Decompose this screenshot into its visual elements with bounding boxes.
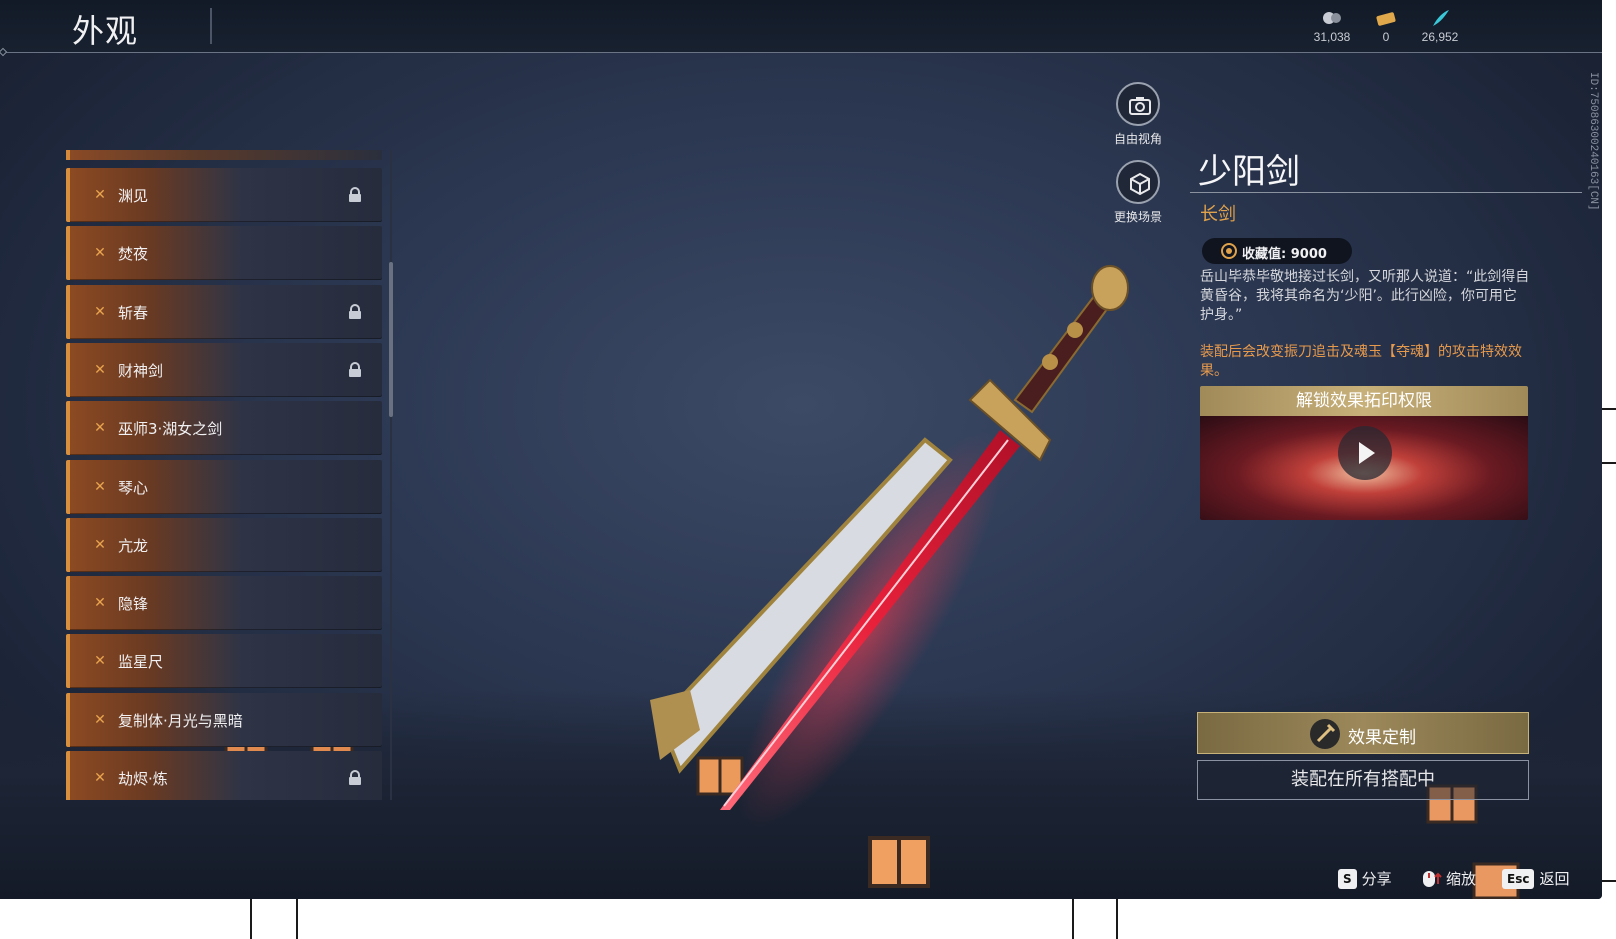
list-item[interactable]: ✕ 监星尺 [66, 634, 382, 689]
list-item[interactable]: ✕ 复制体·月光与黑暗 [66, 692, 382, 747]
currency-value: 0 [1382, 30, 1390, 44]
item-description: 岳山毕恭毕敬地接过长剑，又听那人说道：“此剑得自黄昏谷，我将其命名为‘少阳’。此… [1200, 269, 1530, 323]
item-name-rule [1190, 192, 1582, 193]
list-item[interactable]: ✕ 琴心 [66, 459, 382, 514]
crossed-swords-icon: ✕ [94, 361, 106, 378]
list-item-label: 亢龙 [118, 536, 149, 555]
effect-preview-video[interactable] [1200, 416, 1528, 520]
zoom-label: 缩放 [1446, 870, 1477, 888]
share-hint[interactable]: S 分享 [1338, 868, 1392, 890]
free-view-label: 自由视角 [1113, 132, 1162, 146]
jade-feather-icon [1433, 10, 1449, 26]
back-label: 返回 [1539, 870, 1570, 888]
crossed-swords-icon: ✕ [94, 420, 106, 437]
game-scene: 外观 31,038 0 26,952 ✕ 渊见 ✕ 焚夜 ✕ 斩春 ✕ 财神剑 ✕ 巫师3·湖女之… [0, 0, 1602, 899]
change-scene-button[interactable]: 更换场景 [1098, 160, 1178, 225]
crossed-swords-icon: ✕ [94, 245, 106, 262]
lock-icon [349, 770, 361, 785]
list-item[interactable]: ✕ 劫烬·炼 [66, 751, 382, 800]
back-hint[interactable]: Esc 返回 [1502, 868, 1569, 890]
lock-icon [349, 361, 361, 377]
crossed-swords-icon: ✕ [94, 187, 106, 203]
gold-ticket-icon [1376, 12, 1396, 26]
top-bar-divider [0, 52, 1602, 53]
list-item-label: 渊见 [118, 187, 149, 205]
item-name: 少阳剑 [1198, 152, 1300, 192]
crossed-swords-icon: ✕ [94, 653, 106, 670]
lock-icon [349, 303, 361, 319]
list-item[interactable]: ✕ 渊见 [66, 168, 382, 222]
camera-icon [1129, 97, 1151, 115]
skin-list[interactable]: ✕ 渊见 ✕ 焚夜 ✕ 斩春 ✕ 财神剑 ✕ 巫师3·湖女之剑 ✕ 琴心 ✕ 亢龙 ✕ 隐锋 ✕ 监星尺 ✕ 复制体·… [66, 150, 396, 800]
player-id: ID:7508630024016​3[CN] [1587, 72, 1599, 211]
unlock-effect-title: 解锁效果拓印权限 [1200, 386, 1528, 416]
play-icon[interactable] [1338, 426, 1392, 480]
scene-icon-circle [1116, 160, 1160, 204]
page-title: 外观 [72, 12, 139, 50]
cube-icon [1130, 172, 1150, 196]
list-item[interactable]: ✕ 斩春 [66, 284, 382, 339]
crossed-swords-icon: ✕ [94, 711, 106, 728]
list-item-label: 焚夜 [118, 245, 149, 264]
list-item-label: 复制体·月光与黑暗 [118, 711, 243, 730]
list-item-label: 琴心 [118, 478, 149, 497]
effect-custom-button[interactable]: 效果定制 [1197, 712, 1529, 754]
sword-model[interactable] [620, 250, 1180, 850]
currency-value: 31,038 [1313, 30, 1351, 44]
item-type: 长剑 [1200, 204, 1236, 225]
list-scrollbar-thumb[interactable] [389, 262, 393, 417]
crossed-swords-icon: ✕ [94, 595, 106, 612]
list-item-label: 隐锋 [118, 595, 149, 614]
crossed-swords-icon: ✕ [94, 536, 106, 553]
hammer-icon [1310, 719, 1340, 749]
spirit-orb-icon [1323, 12, 1341, 24]
free-view-button[interactable]: 自由视角 [1098, 82, 1178, 147]
item-effect: 装配后会改变振刀追击及魂玉【夺魂】的攻击特效效果。 [1200, 344, 1522, 379]
currency-spirit-orb: 31,038 [1302, 8, 1362, 44]
collect-value-badge: 收藏值: 9000 [1202, 238, 1352, 264]
list-item[interactable]: ✕ 财神剑 [66, 342, 382, 397]
crossed-swords-icon: ✕ [94, 478, 106, 495]
zoom-hint[interactable]: 缩放 [1420, 868, 1476, 890]
unlock-effect-card[interactable]: 解锁效果拓印权限 [1200, 386, 1528, 520]
mouse-icon [1423, 870, 1442, 887]
currency-gold-ticket: 0 [1356, 8, 1416, 44]
crossed-swords-icon: ✕ [94, 770, 106, 786]
change-scene-label: 更换场景 [1113, 210, 1162, 224]
collect-coin-icon [1221, 243, 1237, 259]
collect-value-text: 收藏值: 9000 [1242, 247, 1327, 262]
list-item-label: 劫烬·炼 [118, 770, 168, 788]
camera-icon-circle [1116, 82, 1160, 126]
list-item[interactable]: ✕ 巫师3·湖女之剑 [66, 401, 382, 456]
share-key: S [1338, 868, 1357, 889]
list-item-label: 斩春 [118, 303, 149, 322]
title-divider [210, 8, 212, 44]
list-scrollbar[interactable] [390, 150, 392, 800]
equip-all-button[interactable]: 装配在所有搭配中 [1197, 760, 1529, 800]
list-item-label: 巫师3·湖女之剑 [118, 420, 223, 439]
esc-key: Esc [1502, 868, 1535, 889]
list-item-label: 财神剑 [118, 361, 164, 380]
list-item[interactable]: ✕ 焚夜 [66, 226, 382, 281]
list-item[interactable]: ✕ 隐锋 [66, 576, 382, 631]
list-item[interactable]: ✕ 亢龙 [66, 517, 382, 572]
lock-icon [349, 187, 361, 202]
list-item-label: 监星尺 [118, 653, 164, 672]
currency-value: 26,952 [1421, 30, 1459, 44]
share-label: 分享 [1361, 870, 1392, 888]
currency-jade-feather: 26,952 [1410, 8, 1470, 44]
effect-custom-label: 效果定制 [1348, 728, 1416, 748]
crossed-swords-icon: ✕ [94, 303, 106, 320]
